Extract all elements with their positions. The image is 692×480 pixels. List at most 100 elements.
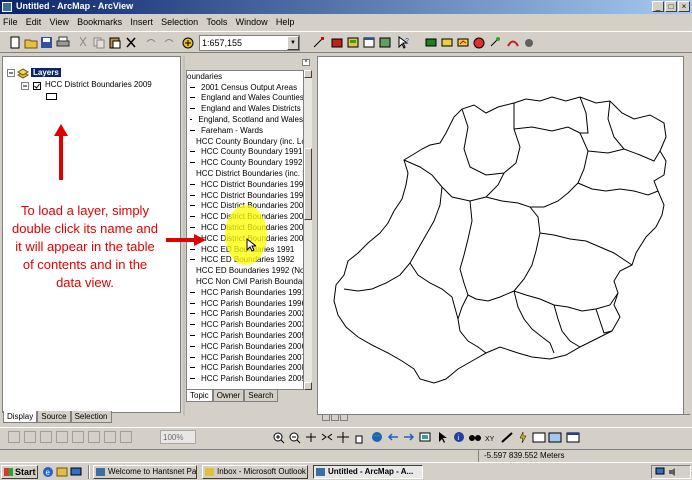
speaker-tray-icon[interactable] [668, 467, 678, 477]
layout-view-button[interactable] [331, 414, 339, 421]
back-extent-icon[interactable] [120, 431, 132, 443]
catalog-folder-header[interactable]: oundaries [187, 71, 311, 82]
catalog-item[interactable]: HCC County Boundary 1991 [187, 147, 311, 158]
layer-visibility-checkbox[interactable] [33, 82, 41, 90]
zoom-in-layout-icon[interactable] [8, 431, 20, 443]
layers-data-frame[interactable]: Layers [31, 68, 61, 77]
route-tool-icon[interactable] [506, 36, 520, 49]
zoom-out-icon[interactable] [288, 431, 302, 444]
menu-window[interactable]: Window [233, 14, 271, 27]
identify-icon[interactable]: i [452, 431, 466, 444]
menu-tools[interactable]: Tools [203, 14, 230, 27]
task-welcome-hantsnet[interactable]: Welcome to Hantsnet Pa... [93, 465, 197, 479]
measure-icon[interactable] [500, 431, 514, 444]
catalog-item[interactable]: 2001 Census Output Areas [187, 82, 311, 93]
fixed-zoom-out-map-icon[interactable] [320, 431, 334, 444]
save-icon[interactable] [40, 36, 54, 49]
add-data-icon[interactable] [181, 36, 195, 49]
catalog-item[interactable]: HCC Parish Boundaries 1991 [187, 287, 311, 298]
catalog-item[interactable]: England and Wales Districts [187, 103, 311, 114]
time-slider-icon[interactable] [548, 431, 562, 444]
select-features-icon[interactable] [418, 431, 432, 444]
catalog-item[interactable]: HCC District Boundaries 1991 [187, 179, 311, 190]
tab-owner[interactable]: Owner [212, 390, 245, 402]
desktop-icon[interactable] [70, 466, 82, 478]
full-extent-globe-icon[interactable] [370, 431, 384, 444]
catalog-item[interactable]: HCC District Boundaries 1992 [187, 190, 311, 201]
menu-selection[interactable]: Selection [158, 14, 201, 27]
scroll-up-arrow-icon[interactable] [304, 70, 312, 78]
tab-search[interactable]: Search [244, 390, 278, 402]
menu-edit[interactable]: Edit [23, 14, 45, 27]
pan-icon[interactable] [336, 431, 350, 444]
map-horizontal-scrollbar[interactable] [317, 414, 690, 421]
next-extent-icon[interactable] [402, 431, 416, 444]
tab-topic[interactable]: Topic [186, 390, 213, 402]
menu-file[interactable]: File [0, 14, 21, 27]
arcmap-app-icon[interactable] [2, 2, 12, 12]
close-button[interactable]: × [678, 1, 690, 12]
scroll-down-arrow-icon[interactable] [304, 382, 312, 390]
go-to-xy-icon[interactable]: XY [484, 431, 498, 444]
copy-icon[interactable] [92, 36, 106, 49]
zoom-out-layout-icon[interactable] [24, 431, 36, 443]
catalog-item[interactable]: HCC Parish Boundaries 2002 [187, 309, 311, 320]
hand-pan-icon[interactable] [352, 431, 366, 444]
fixed-zoom-in-icon[interactable] [88, 431, 100, 443]
catalog-item[interactable]: HCC Parish Boundaries 2007 [187, 352, 311, 363]
layer-tool-icon[interactable] [440, 36, 454, 49]
menu-insert[interactable]: Insert [127, 14, 156, 27]
hyperlink-tool-icon[interactable] [488, 36, 502, 49]
layer-name[interactable]: HCC District Boundaries 2009 [45, 80, 152, 89]
tab-source[interactable]: Source [37, 411, 71, 423]
pan-layout-icon[interactable] [40, 431, 52, 443]
open-folder-icon[interactable] [24, 36, 38, 49]
hyperlink-icon[interactable] [516, 431, 530, 444]
redo-icon[interactable] [162, 36, 176, 49]
previous-extent-icon[interactable] [386, 431, 400, 444]
collapse-layers-icon[interactable] [7, 69, 15, 77]
map-scale-combobox[interactable]: 1:657,155 ▼ [199, 35, 300, 51]
menu-view[interactable]: View [47, 14, 72, 27]
find-icon[interactable] [468, 431, 482, 444]
catalog-item[interactable]: HCC Parish Boundaries 2006 [187, 341, 311, 352]
arccatalog-icon[interactable] [346, 36, 360, 49]
data-view-button[interactable] [322, 414, 330, 421]
new-document-icon[interactable] [8, 36, 22, 49]
data-view[interactable] [317, 56, 690, 421]
editor-toolbar-icon[interactable] [312, 36, 326, 49]
menu-bookmarks[interactable]: Bookmarks [74, 14, 125, 27]
3d-analyst-icon[interactable] [522, 36, 536, 49]
catalog-item[interactable]: Fareham - Wards [187, 125, 311, 136]
select-elements-icon[interactable] [436, 431, 450, 444]
html-popup-icon[interactable] [532, 431, 546, 444]
district-boundaries-map[interactable] [318, 57, 684, 415]
start-button[interactable]: Start [1, 465, 38, 479]
map-vertical-scrollbar[interactable] [683, 56, 691, 415]
fixed-zoom-in-map-icon[interactable] [304, 431, 318, 444]
layer-symbol-swatch[interactable] [46, 93, 57, 100]
zoom-100-icon[interactable] [72, 431, 84, 443]
catalog-item[interactable]: HCC District Boundaries (inc. Lo [187, 168, 311, 179]
menu-help[interactable]: Help [273, 14, 298, 27]
print-icon[interactable] [56, 36, 70, 49]
tab-display[interactable]: Display [3, 411, 38, 423]
catalog-item[interactable]: HCC Parish Boundaries 2005 [187, 330, 311, 341]
spatial-analyst-icon[interactable] [424, 36, 438, 49]
minimize-button[interactable]: _ [652, 1, 664, 12]
outlook-icon[interactable] [56, 466, 68, 478]
catalog-item[interactable]: England and Wales Counties [187, 93, 311, 104]
refresh-view-button[interactable] [340, 414, 348, 421]
tab-selection[interactable]: Selection [70, 411, 112, 423]
task-arcmap[interactable]: Untitled - ArcMap - A... [313, 465, 423, 479]
network-tray-icon[interactable] [655, 467, 665, 477]
chevron-down-icon[interactable]: ▼ [287, 36, 299, 50]
zoom-in-icon[interactable] [272, 431, 286, 444]
scroll-thumb[interactable] [304, 148, 312, 220]
collapse-layer-icon[interactable] [21, 82, 29, 90]
catalog-item[interactable]: HCC Parish Boundaries 1996 [187, 298, 311, 309]
catalog-close-icon[interactable]: × [302, 59, 310, 66]
catalog-item[interactable]: HCC County Boundary (inc. Low [187, 136, 311, 147]
catalog-item[interactable]: HCC Parish Boundaries 2009 [187, 373, 311, 384]
cut-icon[interactable] [76, 36, 90, 49]
